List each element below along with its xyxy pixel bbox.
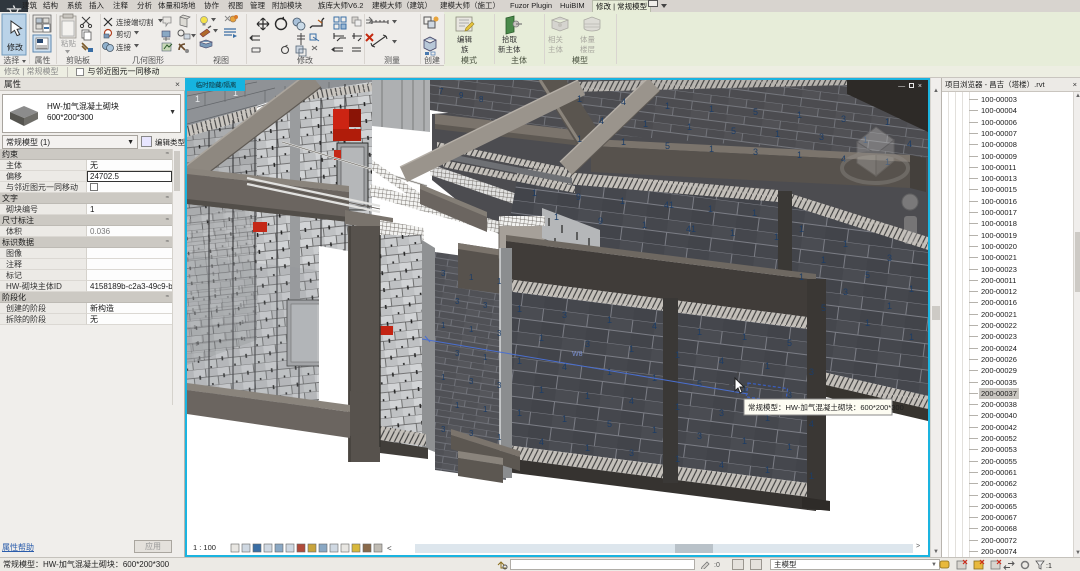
svg-text::1: :1 — [1046, 563, 1052, 570]
svg-text:连接端切割: 连接端切割 — [116, 17, 154, 27]
svg-text:粘贴: 粘贴 — [61, 38, 76, 48]
svg-text:拾取: 拾取 — [502, 34, 517, 44]
svg-text:相关: 相关 — [548, 34, 563, 44]
svg-text:楼层: 楼层 — [580, 44, 595, 54]
svg-text:<: < — [387, 544, 392, 553]
svg-text:编辑: 编辑 — [457, 34, 472, 44]
svg-text:体量: 体量 — [580, 34, 595, 44]
svg-text:族: 族 — [461, 44, 469, 54]
svg-text:主体: 主体 — [548, 44, 563, 54]
svg-text:剪切: 剪切 — [116, 29, 131, 39]
svg-text:新主体: 新主体 — [498, 44, 521, 54]
svg-text:常规模型：HW-加气混凝土砌块：600*200*300: 常规模型：HW-加气混凝土砌块：600*200*300 — [748, 402, 904, 412]
svg-text:修改: 修改 — [7, 42, 23, 52]
svg-text:W8: W8 — [572, 351, 583, 358]
svg-text:连接: 连接 — [116, 42, 131, 52]
